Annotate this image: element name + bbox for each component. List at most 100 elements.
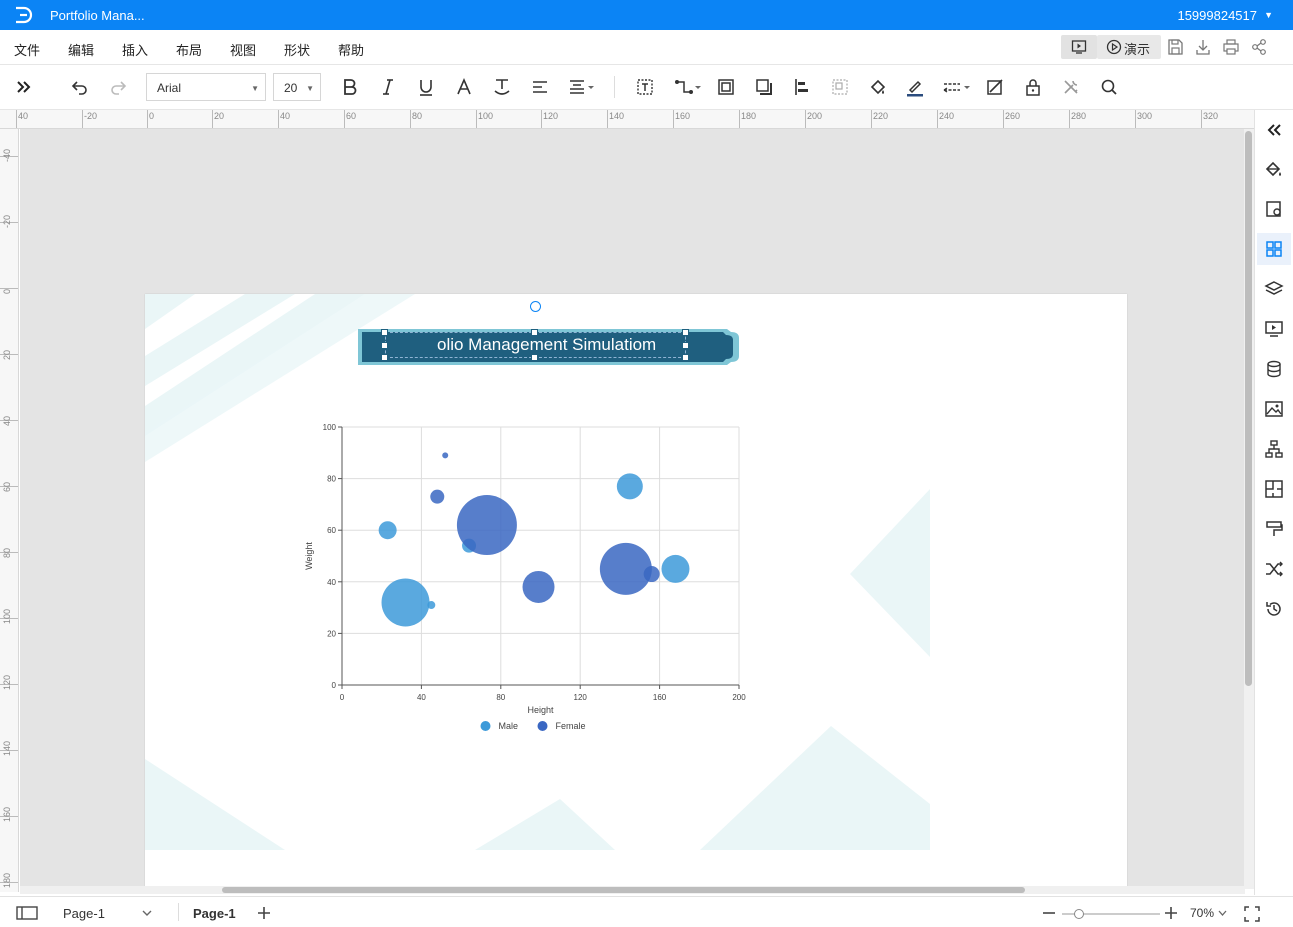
italic-icon[interactable] — [378, 77, 398, 97]
chevron-down-icon[interactable]: ▼ — [1264, 10, 1273, 20]
org-chart-icon[interactable] — [1264, 439, 1284, 459]
bubble-point-female — [522, 570, 555, 603]
resize-handle[interactable] — [381, 329, 388, 336]
print-icon[interactable] — [1222, 38, 1240, 56]
menu-file[interactable]: 文件 — [14, 40, 40, 59]
menu-layout[interactable]: 布局 — [176, 40, 202, 59]
present-button[interactable]: 演示 — [1097, 35, 1161, 59]
resize-handle[interactable] — [531, 329, 538, 336]
chevron-down-icon[interactable] — [142, 909, 152, 917]
database-icon[interactable] — [1264, 359, 1284, 379]
play-circle-icon — [1106, 39, 1122, 55]
resize-handle[interactable] — [682, 354, 689, 361]
text-box-icon[interactable] — [635, 77, 655, 97]
resize-handle[interactable] — [381, 354, 388, 361]
undo-icon[interactable] — [70, 77, 90, 97]
redo-icon[interactable] — [108, 77, 128, 97]
menu-insert[interactable]: 插入 — [122, 40, 148, 59]
ruler-label: 40 — [2, 415, 12, 426]
vertical-scrollbar[interactable] — [1244, 129, 1254, 889]
page-settings-icon[interactable] — [1264, 199, 1284, 219]
bold-icon[interactable] — [340, 77, 360, 97]
align-objects-icon[interactable] — [792, 77, 812, 97]
user-account[interactable]: 15999824517 — [1177, 8, 1257, 23]
history-icon[interactable] — [1264, 599, 1284, 619]
double-chevron-right-icon[interactable] — [14, 77, 34, 97]
menu-shape[interactable]: 形状 — [284, 40, 310, 59]
format-painter-icon[interactable] — [1264, 519, 1284, 539]
zoom-out-icon[interactable] — [1042, 906, 1056, 920]
ruler-label: 140 — [2, 740, 12, 756]
underline-icon[interactable] — [416, 77, 436, 97]
page-panel-icon[interactable] — [16, 905, 38, 921]
menu-help[interactable]: 帮助 — [338, 40, 364, 59]
font-size-select[interactable]: 20 ▼ — [273, 73, 321, 101]
font-family-select[interactable]: Arial ▼ — [146, 73, 266, 101]
layers-icon[interactable] — [1264, 279, 1284, 299]
ruler-label: 100 — [478, 111, 494, 121]
border-frame-icon[interactable] — [716, 77, 736, 97]
ruler-label: 60 — [2, 481, 12, 492]
text-style-icon[interactable] — [492, 77, 512, 97]
zoom-level[interactable]: 70% — [1190, 906, 1214, 920]
connector-icon[interactable] — [673, 77, 703, 97]
download-icon[interactable] — [1194, 38, 1212, 56]
zoom-slider-knob[interactable] — [1074, 909, 1084, 919]
canvas-area[interactable]: olio Management Simulatiom 0 40 80 120 160 20… — [20, 129, 1245, 889]
document-title[interactable]: Portfolio Mana... — [50, 8, 145, 23]
line-spacing-icon[interactable] — [568, 77, 596, 97]
y-tick-label: 20 — [327, 629, 336, 638]
zoom-in-icon[interactable] — [1164, 906, 1178, 920]
floor-plan-icon[interactable] — [1264, 479, 1284, 499]
y-tick-label: 60 — [327, 526, 336, 535]
presentation-mode-button[interactable] — [1061, 35, 1097, 59]
menu-view[interactable]: 视图 — [230, 40, 256, 59]
x-tick-label: 80 — [496, 693, 505, 702]
title-banner[interactable]: olio Management Simulatiom — [357, 328, 741, 366]
layout-grid-icon[interactable] — [1264, 239, 1284, 259]
shadow-icon[interactable] — [754, 77, 774, 97]
presentation-icon[interactable] — [1264, 319, 1284, 339]
search-icon[interactable] — [1099, 77, 1119, 97]
share-icon[interactable] — [1250, 38, 1268, 56]
app-logo-icon[interactable] — [14, 6, 34, 24]
page-selector[interactable]: Page-1 — [63, 906, 105, 921]
bubble-point-male — [378, 521, 397, 540]
horizontal-scrollbar[interactable] — [20, 886, 1245, 894]
group-icon[interactable] — [830, 77, 850, 97]
line-style-icon[interactable] — [942, 77, 972, 97]
add-page-icon[interactable] — [257, 906, 271, 920]
tools-icon[interactable] — [1061, 77, 1081, 97]
edit-shape-icon[interactable] — [985, 77, 1005, 97]
save-icon[interactable] — [1166, 38, 1184, 56]
line-color-icon[interactable] — [905, 77, 925, 97]
shuffle-icon[interactable] — [1264, 559, 1284, 579]
fill-color-icon[interactable] — [868, 77, 888, 97]
resize-handle[interactable] — [381, 342, 388, 349]
resize-handle[interactable] — [682, 342, 689, 349]
rotate-handle[interactable] — [530, 301, 541, 312]
menu-edit[interactable]: 编辑 — [68, 40, 94, 59]
bubble-chart[interactable]: 0 40 80 120 160 200 0 20 40 60 80 100 Height Weight Ma… — [300, 419, 760, 739]
slide-page[interactable]: olio Management Simulatiom 0 40 80 120 160 20… — [145, 294, 1127, 889]
resize-handle[interactable] — [682, 329, 689, 336]
font-color-icon[interactable] — [454, 77, 474, 97]
horizontal-scroll-thumb[interactable] — [222, 887, 1025, 893]
fill-style-icon[interactable] — [1264, 159, 1284, 179]
ruler-tick — [1003, 110, 1004, 128]
fullscreen-icon[interactable] — [1244, 906, 1260, 922]
collapse-panel-icon[interactable] — [1264, 120, 1284, 140]
resize-handle[interactable] — [531, 354, 538, 361]
ruler-tick — [673, 110, 674, 128]
ruler-tick — [871, 110, 872, 128]
ruler-label: -20 — [2, 214, 12, 228]
align-left-icon[interactable] — [530, 77, 550, 97]
image-icon[interactable] — [1264, 399, 1284, 419]
legend-label-male: Male — [499, 721, 519, 731]
chevron-down-icon[interactable] — [1218, 910, 1227, 917]
vertical-scroll-thumb[interactable] — [1245, 131, 1252, 686]
ruler-label: 20 — [2, 349, 12, 360]
tab-page-1[interactable]: Page-1 — [193, 906, 236, 921]
y-tick-label: 80 — [327, 475, 336, 484]
lock-icon[interactable] — [1023, 77, 1043, 97]
